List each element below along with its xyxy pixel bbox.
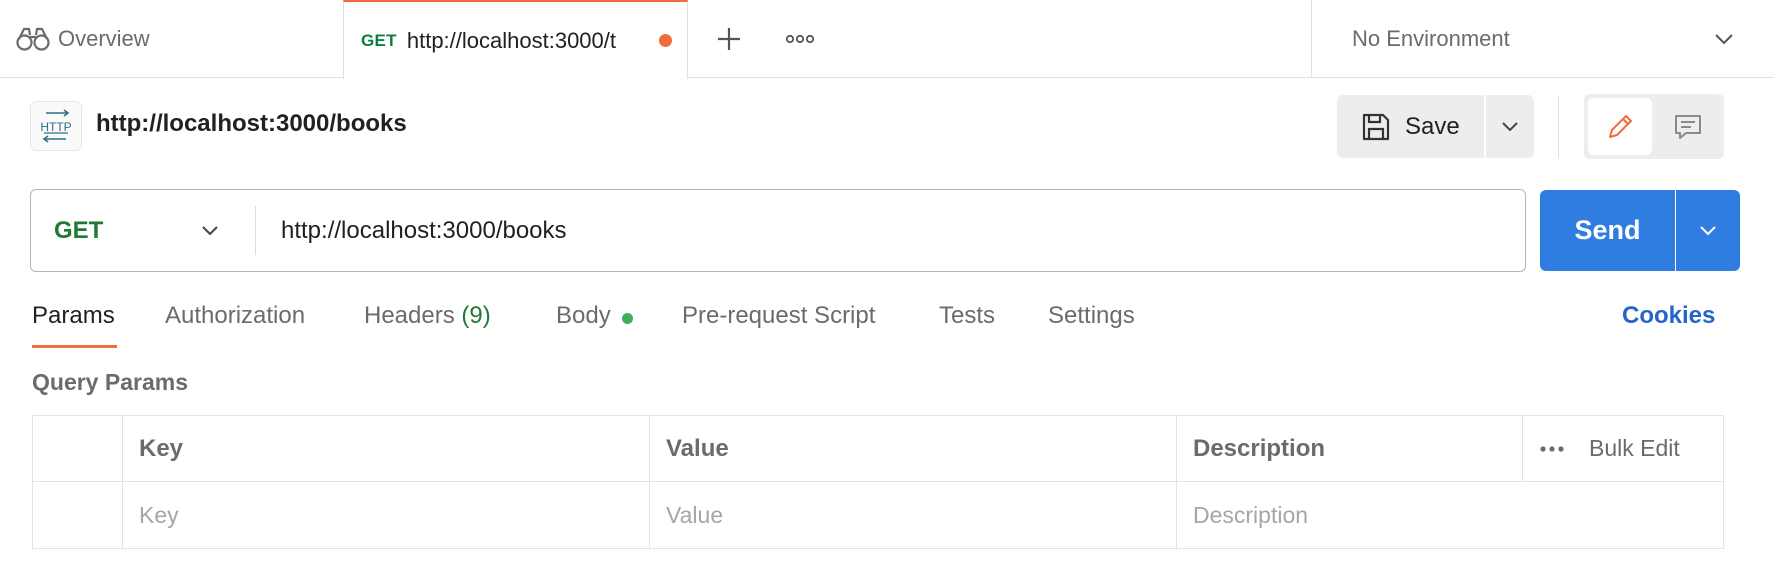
edit-mode-button[interactable] <box>1588 98 1652 155</box>
bulk-edit-button[interactable]: Bulk Edit <box>1523 416 1725 481</box>
request-title[interactable]: http://localhost:3000/books <box>96 110 407 138</box>
toolbar-divider <box>1558 96 1559 158</box>
chevron-down-icon <box>1700 226 1716 236</box>
tab-overview[interactable]: Overview <box>0 0 343 78</box>
environment-label: No Environment <box>1352 26 1510 51</box>
comments-mode-button[interactable] <box>1656 98 1720 155</box>
body-indicator-dot-icon <box>622 313 633 324</box>
tab-headers[interactable]: Headers (9) <box>364 302 491 330</box>
more-horizontal-icon <box>785 34 815 44</box>
request-url-bar: GET http://localhost:3000/books <box>30 189 1526 272</box>
headers-count-badge: (9) <box>461 302 491 329</box>
http-request-icon: HTTP <box>30 101 82 151</box>
chevron-down-icon <box>201 225 219 236</box>
tab-params[interactable]: Params <box>32 302 115 330</box>
value-input[interactable]: Value <box>650 482 1177 548</box>
column-header-key: Key <box>123 416 650 481</box>
row-checkbox-cell <box>33 482 123 548</box>
key-input[interactable]: Key <box>123 482 650 548</box>
column-header-value: Value <box>650 416 1177 481</box>
query-params-table: Key Value Description Bulk Edit Key Valu… <box>32 415 1724 549</box>
tab-authorization[interactable]: Authorization <box>165 302 305 330</box>
query-params-title: Query Params <box>32 369 188 395</box>
method-select[interactable]: GET <box>31 190 255 271</box>
tab-settings[interactable]: Settings <box>1048 302 1135 330</box>
send-options-button[interactable] <box>1676 190 1740 271</box>
view-mode-toggle <box>1584 94 1724 159</box>
save-disk-icon <box>1362 113 1390 140</box>
chevron-down-icon <box>1704 33 1744 45</box>
http-icon-text: HTTP <box>40 120 71 134</box>
checkbox-column-header <box>33 416 123 481</box>
table-row: Key Value Description <box>33 482 1723 548</box>
description-input[interactable]: Description <box>1177 482 1725 548</box>
tab-overview-label: Overview <box>58 26 150 51</box>
send-label: Send <box>1574 215 1641 245</box>
binoculars-icon <box>16 24 50 54</box>
chevron-down-icon <box>1502 122 1518 132</box>
tab-url-label: http://localhost:3000/t <box>406 27 616 53</box>
comment-icon <box>1675 114 1701 139</box>
environment-selector[interactable]: No Environment <box>1311 0 1774 78</box>
bulk-edit-label: Bulk Edit <box>1589 435 1680 461</box>
url-input[interactable]: http://localhost:3000/books <box>256 190 1525 271</box>
tab-bar: Overview GET http://localhost:3000/t No … <box>0 0 1774 79</box>
plus-icon <box>718 28 740 50</box>
more-tabs-button[interactable] <box>782 22 818 56</box>
tab-tests[interactable]: Tests <box>939 302 995 330</box>
send-button[interactable]: Send <box>1540 190 1675 271</box>
tab-method-label: GET <box>361 30 397 50</box>
new-tab-button[interactable] <box>712 22 746 56</box>
tab-request-active[interactable]: GET http://localhost:3000/t <box>343 0 688 79</box>
tab-headers-label: Headers <box>364 302 455 329</box>
unsaved-dot-icon <box>658 34 672 47</box>
method-label: GET <box>54 216 104 244</box>
active-tab-indicator <box>32 345 117 348</box>
pencil-icon <box>1609 114 1632 138</box>
save-options-button[interactable] <box>1486 95 1534 158</box>
tab-body[interactable]: Body <box>556 302 611 330</box>
save-button[interactable]: Save <box>1337 95 1484 158</box>
tab-prerequest-script[interactable]: Pre-request Script <box>682 302 875 330</box>
save-label: Save <box>1405 112 1460 140</box>
more-horizontal-icon <box>1540 445 1564 452</box>
column-header-description: Description <box>1177 416 1523 481</box>
cookies-link[interactable]: Cookies <box>1622 302 1715 330</box>
table-header-row: Key Value Description Bulk Edit <box>33 416 1723 482</box>
